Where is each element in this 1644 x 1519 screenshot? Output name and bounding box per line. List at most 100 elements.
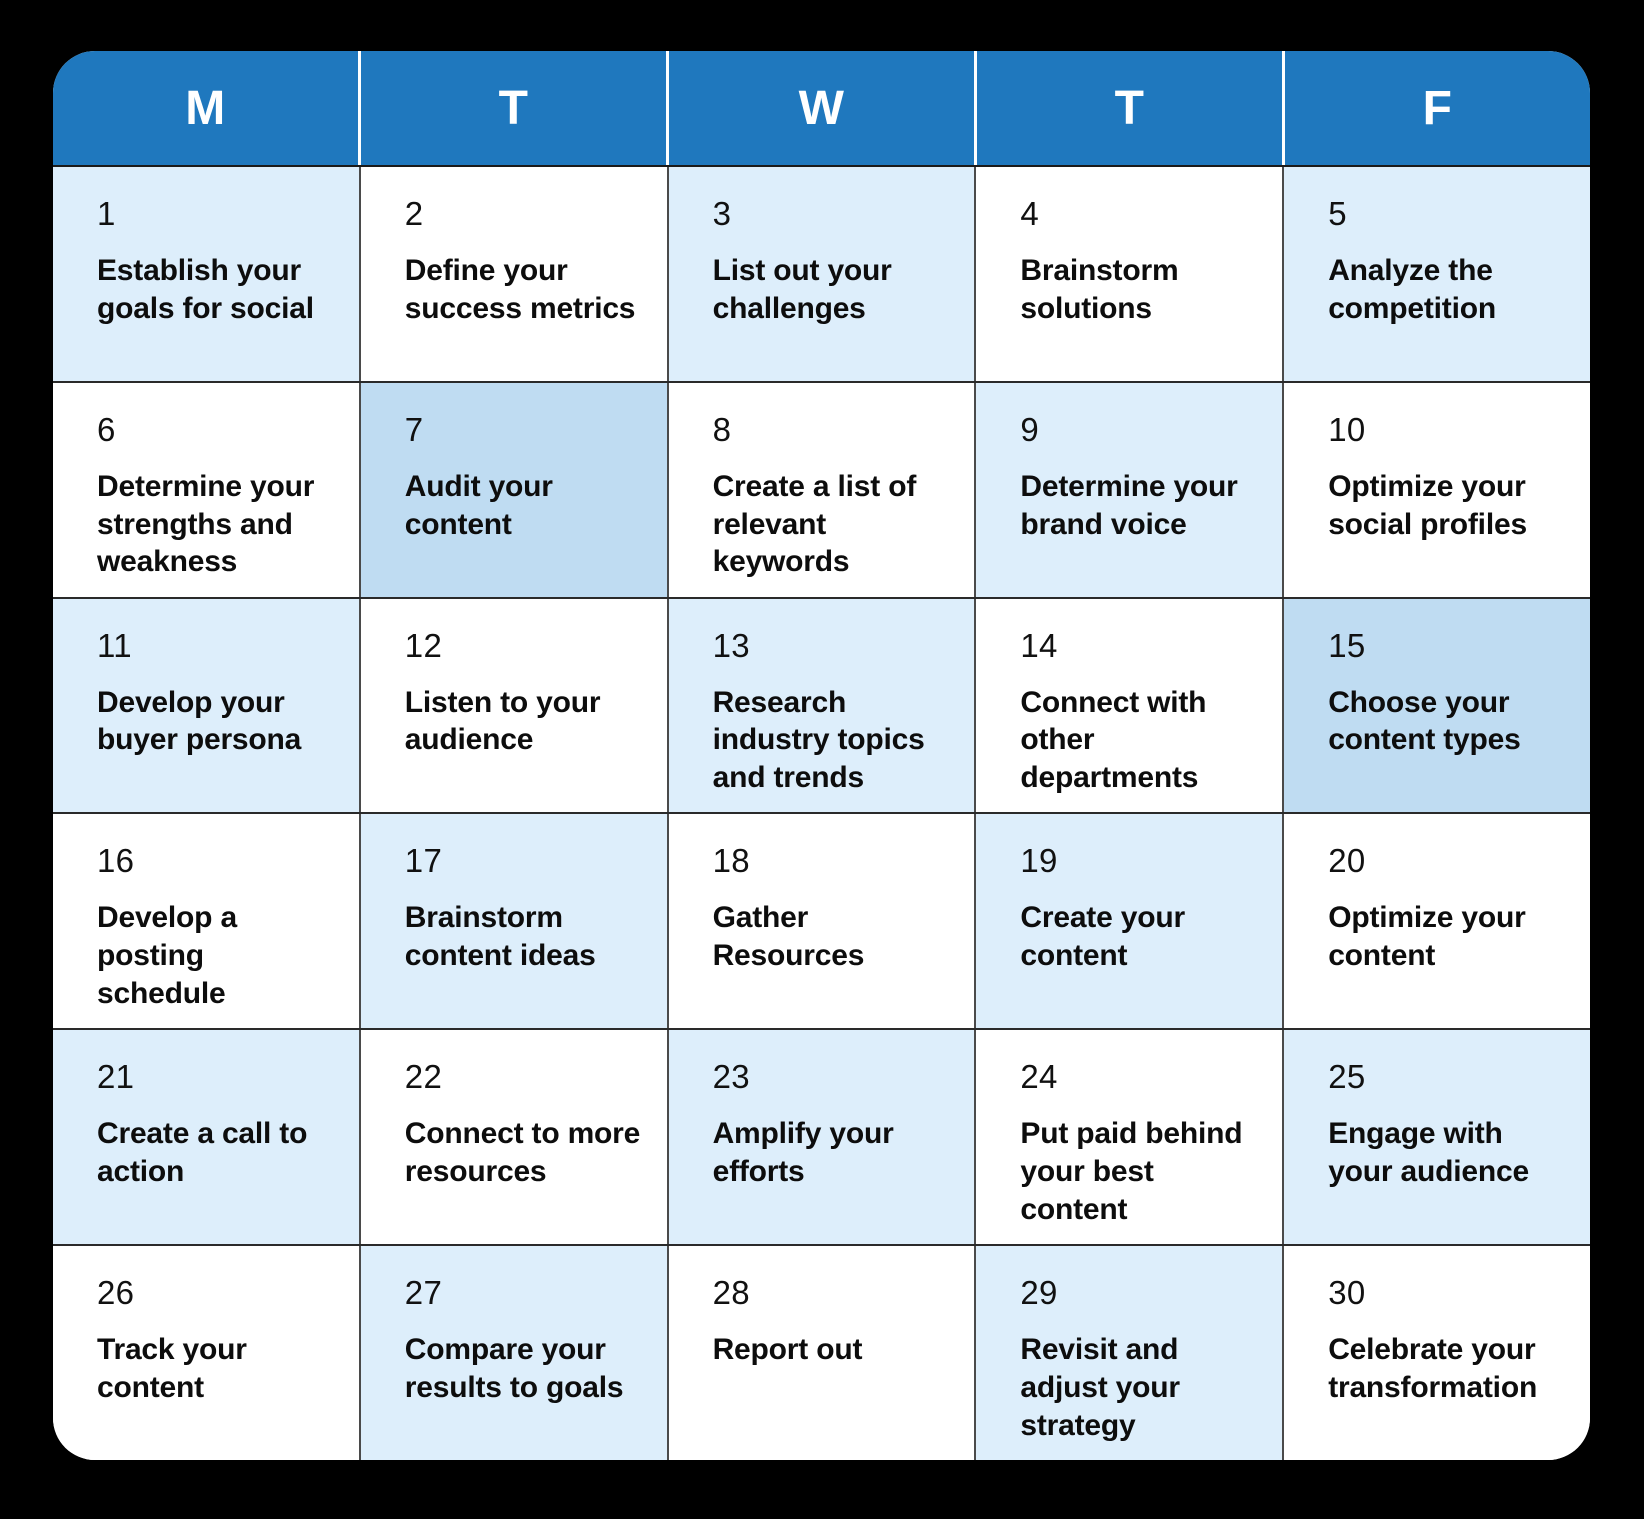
day-task-label: Connect to more resources (404, 1117, 641, 1189)
day-cell[interactable]: 24 Put paid behind your best content (976, 1030, 1285, 1245)
day-number: 21 (97, 1058, 135, 1096)
week-row: 16 Develop a posting schedule 17 Brainstorm… (53, 812, 1590, 1029)
day-task-label: Optimize your social profiles (1328, 469, 1527, 541)
day-header-thursday: T (977, 51, 1285, 165)
day-number: 5 (1328, 195, 1347, 232)
day-task-label: Brainstorm solutions (1020, 254, 1179, 325)
day-task-label: Brainstorm content ideas (404, 901, 596, 973)
day-header-label: F (1422, 81, 1453, 135)
day-cell[interactable]: 4 Brainstorm solutions (976, 167, 1285, 381)
day-cell[interactable]: 11 Develop your buyer persona (53, 598, 361, 813)
day-number: 13 (712, 626, 750, 664)
week-row: 1 Establish your goals for social 2 Define … (53, 165, 1590, 381)
day-number: 30 (1328, 1274, 1366, 1312)
week-row: 11 Develop your buyer persona 12 Listen to … (53, 596, 1590, 813)
day-number: 20 (1328, 842, 1366, 880)
day-task-label: Develop a posting schedule (97, 901, 237, 1011)
day-task-label: Engage with your audience (1328, 1117, 1529, 1189)
day-number: 6 (97, 410, 116, 448)
day-task-label: Determine your brand voice (1020, 469, 1238, 541)
day-header-tuesday: T (361, 51, 669, 165)
day-number: 2 (404, 195, 424, 232)
day-task-label: Compare your results to goals (404, 1333, 624, 1404)
day-number: 24 (1020, 1058, 1058, 1096)
day-task-label: Put paid behind your best content (1020, 1117, 1243, 1226)
day-header-friday: F (1285, 51, 1590, 165)
calendar-grid: 1 Establish your goals for social 2 Define … (53, 165, 1590, 1460)
day-cell[interactable]: 22 Connect to more resources (360, 1030, 669, 1245)
day-cell[interactable]: 3 List out your challenges (668, 167, 977, 381)
day-header-label: T (1114, 81, 1145, 135)
day-task-label: List out your challenges (712, 254, 892, 325)
day-task-label: Research industry topics and trends (712, 685, 925, 795)
calendar-card: M T W T F 1 Establish your goals for soci… (53, 51, 1590, 1460)
day-number: 17 (404, 842, 443, 880)
day-cell[interactable]: 17 Brainstorm content ideas (360, 814, 669, 1029)
day-cell[interactable]: 14 Connect with other departments (976, 598, 1285, 813)
day-cell[interactable]: 15 Choose your content types (1284, 598, 1590, 813)
day-task-label: Create your content (1020, 901, 1185, 973)
day-cell[interactable]: 2 Define your success metrics (360, 167, 669, 381)
day-task-label: Track your content (97, 1333, 247, 1404)
day-cell[interactable]: 21 Create a call to action (53, 1030, 361, 1245)
day-cell[interactable]: 1 Establish your goals for social (53, 167, 361, 381)
day-header-label: T (498, 81, 529, 135)
day-cell[interactable]: 12 Listen to your audience (360, 598, 669, 813)
day-number: 25 (1328, 1058, 1366, 1096)
day-cell[interactable]: 20 Optimize your content (1284, 814, 1590, 1029)
day-cell[interactable]: 5 Analyze the competition (1284, 167, 1590, 381)
day-task-label: Report out (712, 1333, 863, 1367)
day-task-label: Gather Resources (712, 901, 865, 973)
day-number: 29 (1020, 1274, 1058, 1312)
day-number: 10 (1328, 410, 1366, 448)
day-number: 16 (97, 842, 135, 880)
day-task-label: Develop your buyer persona (97, 685, 302, 757)
day-task-label: Establish your goals for social (97, 254, 314, 325)
day-cell[interactable]: 23 Amplify your efforts (668, 1030, 977, 1245)
day-number: 23 (712, 1058, 750, 1096)
day-number: 1 (97, 195, 116, 232)
day-number: 14 (1020, 626, 1058, 664)
day-cell[interactable]: 8 Create a list of relevant keywords (668, 382, 977, 597)
day-number: 11 (97, 626, 132, 664)
day-number: 9 (1020, 410, 1040, 448)
day-number: 4 (1020, 195, 1040, 232)
day-header-label: W (798, 81, 845, 135)
day-cell[interactable]: 26 Track your content (53, 1246, 361, 1460)
day-number: 12 (404, 626, 443, 664)
day-task-label: Analyze the competition (1328, 254, 1496, 325)
day-task-label: Amplify your efforts (712, 1117, 894, 1189)
day-number: 19 (1020, 842, 1058, 880)
day-number: 26 (97, 1274, 135, 1312)
day-header-wednesday: W (669, 51, 977, 165)
day-cell[interactable]: 25 Engage with your audience (1284, 1030, 1590, 1245)
day-task-label: Revisit and adjust your strategy (1020, 1333, 1180, 1442)
day-cell[interactable]: 19 Create your content (976, 814, 1285, 1029)
day-cell[interactable]: 28 Report out (668, 1246, 977, 1460)
day-cell[interactable]: 10 Optimize your social profiles (1284, 382, 1590, 597)
day-cell[interactable]: 13 Research industry topics and trends (668, 598, 977, 813)
week-row: 26 Track your content 27 Compare your resul… (53, 1244, 1590, 1460)
day-task-label: Optimize your content (1328, 901, 1526, 973)
day-task-label: Listen to your audience (404, 685, 601, 757)
day-header-label: M (185, 81, 226, 135)
day-cell[interactable]: 18 Gather Resources (668, 814, 977, 1029)
day-cell[interactable]: 7 Audit your content (360, 382, 669, 597)
week-row: 21 Create a call to action 22 Connect to mo… (53, 1028, 1590, 1245)
day-cell[interactable]: 29 Revisit and adjust your strategy (976, 1246, 1285, 1460)
day-task-label: Audit your content (404, 469, 553, 541)
day-task-label: Determine your strengths and weakness (97, 469, 315, 579)
day-number: 7 (404, 410, 424, 448)
day-number: 28 (712, 1274, 750, 1312)
day-cell[interactable]: 16 Develop a posting schedule (53, 814, 361, 1029)
day-header-monday: M (53, 51, 361, 165)
day-number: 8 (712, 410, 732, 448)
day-number: 27 (404, 1274, 443, 1312)
day-number: 15 (1328, 626, 1366, 664)
day-cell[interactable]: 6 Determine your strengths and weakness (53, 382, 361, 597)
day-task-label: Create a list of relevant keywords (712, 469, 917, 579)
day-cell[interactable]: 30 Celebrate your transformation (1284, 1246, 1590, 1460)
day-cell[interactable]: 9 Determine your brand voice (976, 382, 1285, 597)
day-task-label: Celebrate your transformation (1328, 1333, 1538, 1404)
day-cell[interactable]: 27 Compare your results to goals (360, 1246, 669, 1460)
